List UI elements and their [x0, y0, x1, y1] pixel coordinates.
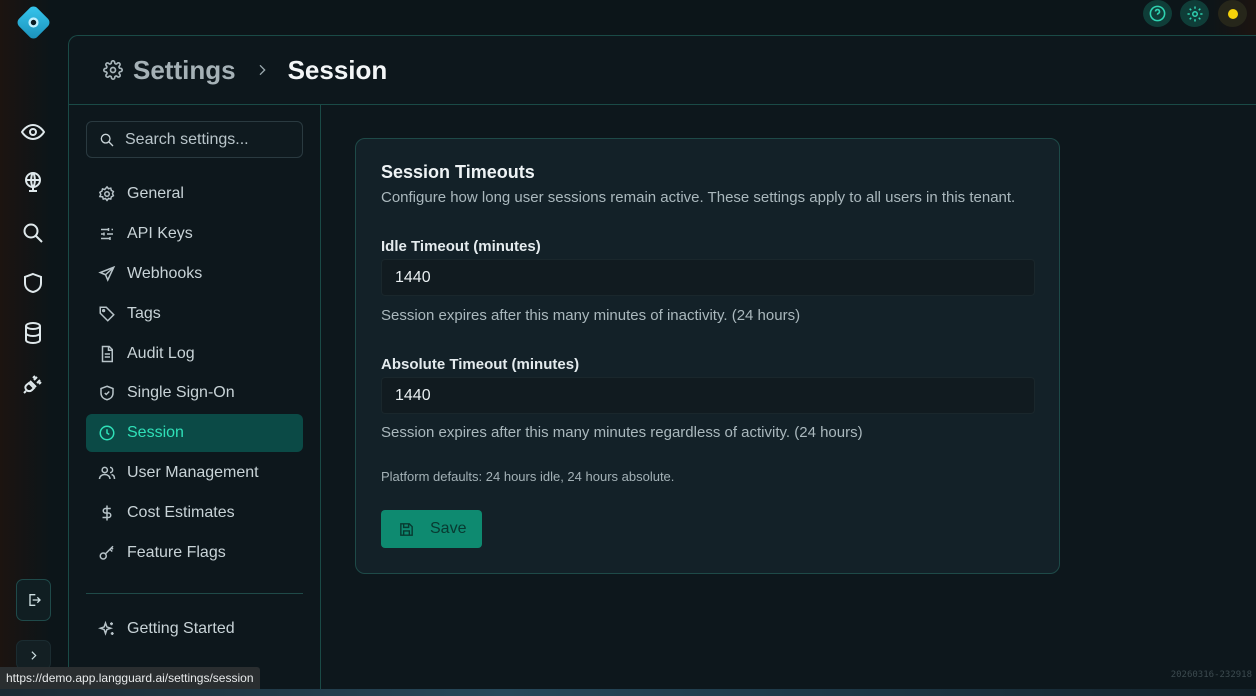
users-icon — [98, 464, 116, 482]
absolute-timeout-label: Absolute Timeout (minutes) — [381, 356, 580, 373]
logout-button[interactable] — [16, 579, 51, 621]
dollar-icon — [98, 504, 116, 522]
settings-button[interactable] — [1180, 0, 1209, 27]
sidebar-item-single-sign-on[interactable]: Single Sign-On — [86, 374, 303, 412]
search-box — [86, 121, 303, 158]
idle-timeout-help: Session expires after this many minutes … — [381, 307, 801, 324]
expand-sidebar-button[interactable] — [16, 640, 51, 670]
theme-toggle-button[interactable] — [1218, 0, 1247, 27]
save-icon — [398, 521, 415, 538]
save-button-label: Save — [430, 520, 467, 537]
sidebar-item-label: API Keys — [127, 224, 193, 242]
page-title: Session — [287, 54, 388, 85]
settings-sidebar: General API Keys Webhooks Tags Audit Log… — [69, 105, 321, 695]
absolute-timeout-help: Session expires after this many minutes … — [381, 424, 863, 441]
sidebar-item-label: Getting Started — [127, 620, 235, 637]
bottom-strip — [0, 689, 1256, 696]
sidebar-item-label: Cost Estimates — [127, 504, 235, 522]
help-button[interactable] — [1143, 0, 1172, 27]
sidebar-item-label: General — [127, 185, 184, 202]
status-url: https://demo.app.langguard.ai/settings/s… — [0, 667, 260, 689]
sidebar-item-cost-estimates[interactable]: Cost Estimates — [86, 494, 303, 532]
shield-icon[interactable] — [21, 271, 45, 295]
version-label: 20260316-232918 — [1170, 670, 1252, 680]
search-icon[interactable] — [21, 221, 45, 245]
sidebar-item-api-keys[interactable]: API Keys — [86, 215, 303, 253]
sidebar-divider — [86, 593, 303, 594]
sun-icon — [1227, 8, 1238, 19]
sidebar-item-label: Session — [127, 424, 184, 442]
sidebar-item-label: Tags — [127, 304, 161, 322]
sidebar-item-feature-flags[interactable]: Feature Flags — [86, 534, 303, 572]
left-rail — [0, 0, 68, 696]
sidebar-item-getting-started[interactable]: Getting Started — [86, 610, 303, 648]
sidebar-item-general[interactable]: General — [86, 175, 303, 213]
sidebar-item-label: Single Sign-On — [127, 384, 235, 402]
breadcrumb-settings-link[interactable]: Settings — [133, 55, 236, 86]
help-icon — [1149, 5, 1166, 22]
absolute-timeout-input[interactable] — [381, 377, 1035, 414]
idle-timeout-label: Idle Timeout (minutes) — [381, 238, 541, 255]
sidebar-item-session[interactable]: Session — [86, 414, 303, 453]
card-title: Session Timeouts — [381, 162, 535, 182]
search-icon — [99, 132, 115, 148]
key-icon — [98, 544, 116, 562]
sidebar-item-label: Audit Log — [127, 344, 195, 362]
send-icon — [98, 265, 116, 283]
chevron-right-icon — [254, 62, 270, 78]
gear-icon — [1187, 6, 1202, 21]
app-logo[interactable] — [15, 4, 52, 41]
sidebar-item-label: User Management — [127, 464, 259, 482]
plug-icon[interactable] — [21, 372, 45, 396]
search-input[interactable] — [125, 130, 295, 149]
main-panel: Settings Session General API Keys Webhoo — [68, 35, 1256, 696]
settings-nav: General API Keys Webhooks Tags Audit Log… — [86, 175, 303, 574]
sidebar-item-webhooks[interactable]: Webhooks — [86, 255, 303, 293]
clock-icon — [98, 424, 116, 442]
sidebar-item-label: Webhooks — [127, 264, 203, 282]
gear-icon — [98, 185, 116, 203]
idle-timeout-input[interactable] — [381, 259, 1035, 296]
sliders-icon — [98, 225, 116, 243]
sparkles-icon — [98, 620, 116, 638]
card-description: Configure how long user sessions remain … — [381, 189, 1016, 206]
tag-icon — [98, 305, 116, 323]
globe-icon[interactable] — [21, 170, 45, 194]
shield-check-icon — [98, 384, 116, 402]
session-timeouts-card: Session Timeouts Configure how long user… — [355, 138, 1060, 574]
save-button[interactable]: Save — [381, 510, 482, 548]
document-icon — [98, 345, 116, 363]
eye-icon[interactable] — [21, 120, 45, 144]
sidebar-item-audit-log[interactable]: Audit Log — [86, 335, 303, 373]
database-icon[interactable] — [21, 321, 45, 345]
sidebar-item-tags[interactable]: Tags — [86, 295, 303, 333]
gear-icon — [103, 60, 123, 80]
sidebar-item-label: Feature Flags — [127, 544, 226, 562]
sidebar-item-user-management[interactable]: User Management — [86, 454, 303, 492]
breadcrumb: Settings Session — [69, 36, 1256, 105]
platform-defaults-note: Platform defaults: 24 hours idle, 24 hou… — [381, 469, 675, 484]
